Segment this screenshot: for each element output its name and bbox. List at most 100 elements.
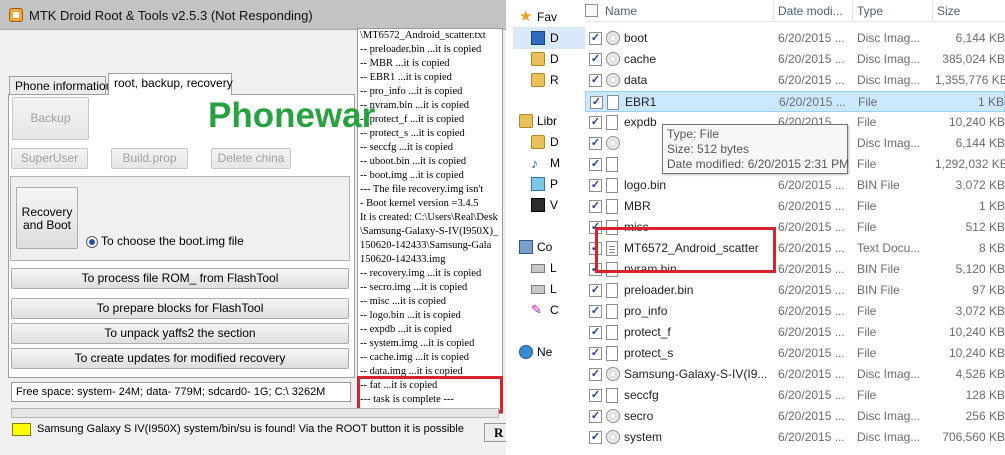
- file-date: 6/20/2015 ...: [778, 31, 845, 45]
- tab-phone-information[interactable]: Phone information: [9, 76, 112, 96]
- nav-favorites[interactable]: ★ Fav: [513, 6, 585, 28]
- file-type: Disc Imag...: [857, 31, 921, 45]
- nav-desktop[interactable]: D: [513, 27, 585, 49]
- unpack-yaffs2-button[interactable]: To unpack yaffs2 the section: [11, 323, 349, 344]
- column-name[interactable]: Name: [605, 4, 637, 18]
- nav-network[interactable]: Ne: [513, 341, 585, 363]
- file-row[interactable]: ✓ boot 6/20/2015 ... Disc Imag... 6,144 KB: [585, 28, 1005, 49]
- check-icon[interactable]: ✓: [589, 137, 602, 150]
- file-type: BIN File: [857, 178, 900, 192]
- prepare-blocks-button[interactable]: To prepare blocks for FlashTool: [11, 298, 349, 319]
- disc-image-icon: [606, 31, 620, 45]
- check-icon[interactable]: ✓: [589, 32, 602, 45]
- tab-root-backup-recovery[interactable]: root, backup, recovery: [108, 73, 233, 95]
- tooltip-type: Type: File: [667, 127, 720, 141]
- check-icon[interactable]: ✓: [589, 158, 602, 171]
- file-row[interactable]: ✓ protect_f 6/20/2015 ... File 10,240 KB: [585, 322, 1005, 343]
- nav-downloads[interactable]: D: [513, 48, 585, 70]
- file-row[interactable]: ✓ seccfg 6/20/2015 ... File 128 KB: [585, 385, 1005, 406]
- file-row[interactable]: ✓ cache 6/20/2015 ... Disc Imag... 385,024 K…: [585, 49, 1005, 70]
- local-disk-icon: [531, 264, 545, 273]
- check-icon[interactable]: ✓: [589, 347, 602, 360]
- file-row[interactable]: ✓ Samsung-Galaxy-S-IV(I9... 6/20/2015 ... D…: [585, 364, 1005, 385]
- check-icon[interactable]: ✓: [589, 431, 602, 444]
- file-name: preloader.bin: [624, 283, 694, 297]
- nav-label: D: [550, 135, 559, 149]
- nav-videos[interactable]: V: [513, 194, 585, 216]
- log-line: -- protect_f ...it is copied: [360, 114, 465, 125]
- check-icon[interactable]: ✓: [589, 410, 602, 423]
- file-row[interactable]: ✓ data 6/20/2015 ... Disc Imag... 1,355,776 …: [585, 70, 1005, 91]
- nav-removable[interactable]: ✎ C: [513, 299, 585, 321]
- file-row[interactable]: ✓ EBR1 6/20/2015 ... File 1 KB: [585, 91, 1005, 112]
- check-icon[interactable]: ✓: [589, 53, 602, 66]
- nav-label: Libr: [537, 114, 558, 128]
- boot-img-radio[interactable]: [86, 236, 98, 248]
- log-line: -- MBR ...it is copied: [360, 58, 450, 69]
- log-output[interactable]: \MT6572_Android_scatter.txt -- preloader…: [357, 28, 503, 414]
- title-bar[interactable]: MTK Droid Root & Tools v2.5.3 (Not Respo…: [0, 0, 506, 30]
- check-icon[interactable]: ✓: [589, 179, 602, 192]
- file-type: Disc Imag...: [857, 52, 921, 66]
- nav-pictures[interactable]: P: [513, 173, 585, 195]
- file-size: 1 KB: [977, 95, 1004, 109]
- check-icon[interactable]: ✓: [589, 116, 602, 129]
- file-row[interactable]: ✓ protect_s 6/20/2015 ... File 10,240 KB: [585, 343, 1005, 364]
- file-type: File: [857, 199, 877, 213]
- check-icon[interactable]: ✓: [589, 200, 602, 213]
- check-icon[interactable]: ✓: [589, 326, 602, 339]
- create-updates-button[interactable]: To create updates for modified recovery: [11, 348, 349, 369]
- nav-recent-places[interactable]: R: [513, 69, 585, 91]
- disc-image-icon: [606, 52, 620, 66]
- column-type[interactable]: Type: [857, 4, 883, 18]
- nav-music[interactable]: ♪ M: [513, 152, 585, 174]
- file-size: 706,560 KB: [942, 430, 1005, 444]
- file-size: 4,526 KB: [955, 367, 1005, 381]
- column-size[interactable]: Size: [937, 4, 960, 18]
- nav-libraries[interactable]: Libr: [513, 110, 585, 132]
- log-line: -- misc ...it is copied: [360, 296, 447, 307]
- log-line: -- expdb ...it is copied: [360, 324, 452, 335]
- file-size: 6,144 KB: [955, 31, 1005, 45]
- file-row[interactable]: ✓ secro 6/20/2015 ... Disc Imag... 256 KB: [585, 406, 1005, 427]
- file-row[interactable]: ✓ system 6/20/2015 ... Disc Imag... 706,560 …: [585, 427, 1005, 448]
- log-line: -- seccfg ...it is copied: [360, 142, 454, 153]
- file-type: File: [857, 388, 877, 402]
- disc-image-icon: [606, 367, 620, 381]
- log-line: -- nvram.bin ...it is copied: [360, 100, 470, 111]
- process-rom-button[interactable]: To process file ROM_ from FlashTool: [11, 268, 349, 289]
- file-size: 6,144 KB: [955, 136, 1005, 150]
- build-prop-button[interactable]: Build.prop: [111, 148, 188, 169]
- file-date: 6/20/2015 ...: [778, 304, 845, 318]
- scatter-file-highlight: [595, 227, 776, 273]
- root-button[interactable]: R: [484, 423, 506, 442]
- file-type: File: [857, 115, 877, 129]
- nav-computer[interactable]: Co: [513, 236, 585, 258]
- select-all-checkbox[interactable]: [585, 4, 598, 17]
- check-icon[interactable]: ✓: [589, 368, 602, 381]
- backup-button[interactable]: Backup: [12, 97, 89, 140]
- file-icon: [606, 346, 618, 361]
- nav-local-disk-2[interactable]: L: [513, 278, 585, 300]
- check-icon[interactable]: ✓: [589, 305, 602, 318]
- nav-local-disk-1[interactable]: L: [513, 257, 585, 279]
- log-line: -- cache.img ...it is copied: [360, 352, 470, 363]
- file-row[interactable]: ✓ MBR 6/20/2015 ... File 1 KB: [585, 196, 1005, 217]
- file-size: 10,240 KB: [948, 115, 1005, 129]
- nav-documents[interactable]: D: [513, 131, 585, 153]
- file-row[interactable]: ✓ pro_info 6/20/2015 ... File 3,072 KB: [585, 301, 1005, 322]
- log-line: - Boot kernel version =3.4.5: [360, 198, 479, 209]
- file-row[interactable]: ✓ preloader.bin 6/20/2015 ... BIN File 97 KB: [585, 280, 1005, 301]
- column-date[interactable]: Date modi...: [778, 4, 843, 18]
- recent-places-icon: [531, 73, 545, 87]
- file-date: 6/20/2015 ...: [779, 95, 846, 109]
- recovery-and-boot-button[interactable]: Recovery and Boot: [16, 187, 78, 249]
- file-date: 6/20/2015 ...: [778, 241, 845, 255]
- check-icon[interactable]: ✓: [589, 74, 602, 87]
- check-icon[interactable]: ✓: [589, 389, 602, 402]
- file-row[interactable]: ✓ logo.bin 6/20/2015 ... BIN File 3,072 KB: [585, 175, 1005, 196]
- delete-china-button[interactable]: Delete china: [211, 148, 291, 169]
- superuser-button[interactable]: SuperUser: [11, 148, 88, 169]
- check-icon[interactable]: ✓: [589, 284, 602, 297]
- check-icon[interactable]: ✓: [590, 96, 603, 109]
